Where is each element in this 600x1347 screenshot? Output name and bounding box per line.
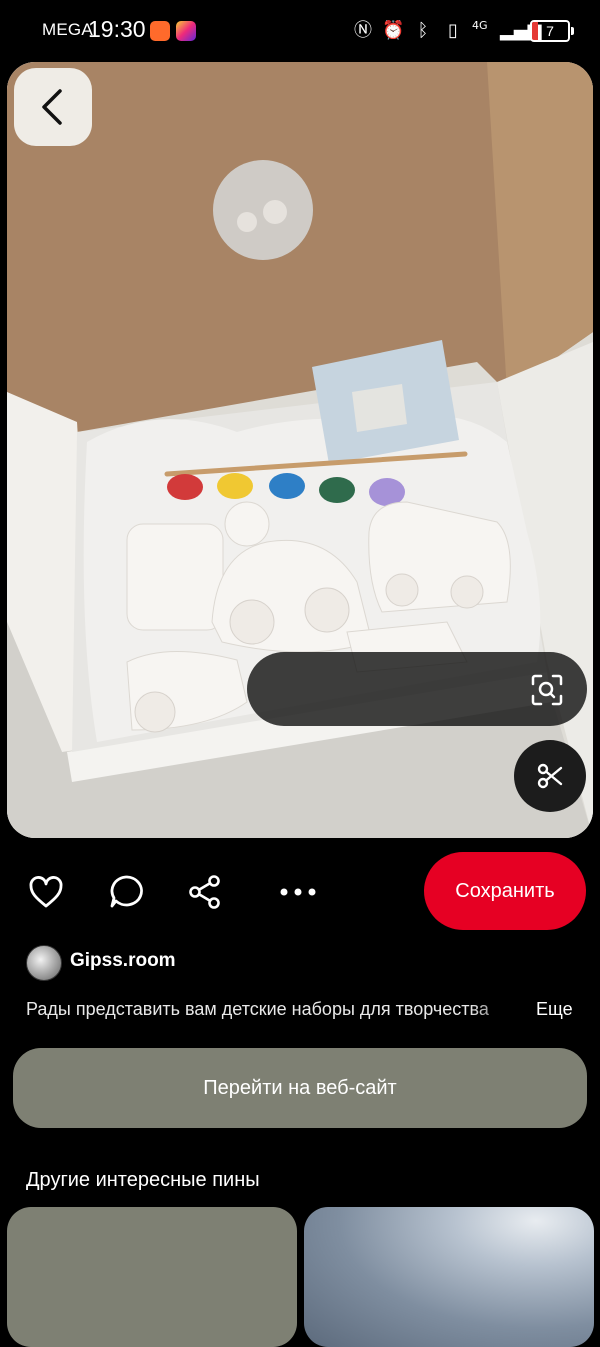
description-fade [470,995,530,1025]
heart-icon [29,876,63,908]
author-name[interactable]: Gipss.room [70,950,176,972]
share-icon [189,875,220,909]
bluetooth-icon: ᛒ [417,20,429,41]
status-bar: MEGA 19:30 Ⓝ ⏰ ᛒ ▯ 4G ▂▄▆ 7 [0,0,600,62]
save-button[interactable]: Сохранить [424,852,586,930]
carrier-label: MEGA [42,20,93,39]
chevron-left-icon [42,89,62,125]
crop-button[interactable] [514,740,586,812]
related-pin[interactable] [7,1207,297,1347]
alarm-icon: ⏰ [382,20,405,41]
battery-level: 7 [546,23,554,39]
scissors-icon [537,763,563,789]
nfc-icon: Ⓝ [354,20,372,41]
status-time: 19:30 [88,16,146,42]
notification-app-icon [150,21,170,41]
lens-search-icon [531,674,563,706]
pin-description: Рады представить вам детские наборы для … [26,999,489,1019]
pin-actions: Сохранить [0,852,600,932]
more-link[interactable]: Еще [536,999,573,1020]
author-avatar[interactable] [26,945,62,981]
back-button[interactable] [14,68,92,146]
more-options-button[interactable] [276,870,320,914]
comment-icon [110,875,143,908]
instagram-notification-icon [176,21,196,41]
visit-website-button[interactable]: Перейти на веб-сайт [13,1048,587,1128]
signal-icon: ▂▄▆ [500,20,542,41]
status-icons: Ⓝ ⏰ ᛒ ▯ 4G ▂▄▆ 7 [352,19,574,42]
network-type: 4G [472,19,488,32]
vibrate-icon: ▯ [448,20,458,41]
battery-icon: 7 [530,20,574,42]
related-pins-title: Другие интересные пины [26,1169,260,1191]
share-button[interactable] [183,870,227,914]
related-pin[interactable] [304,1207,594,1347]
visual-search-button[interactable] [525,668,569,712]
like-button[interactable] [24,870,68,914]
more-icon [280,888,316,896]
comment-button[interactable] [104,870,148,914]
